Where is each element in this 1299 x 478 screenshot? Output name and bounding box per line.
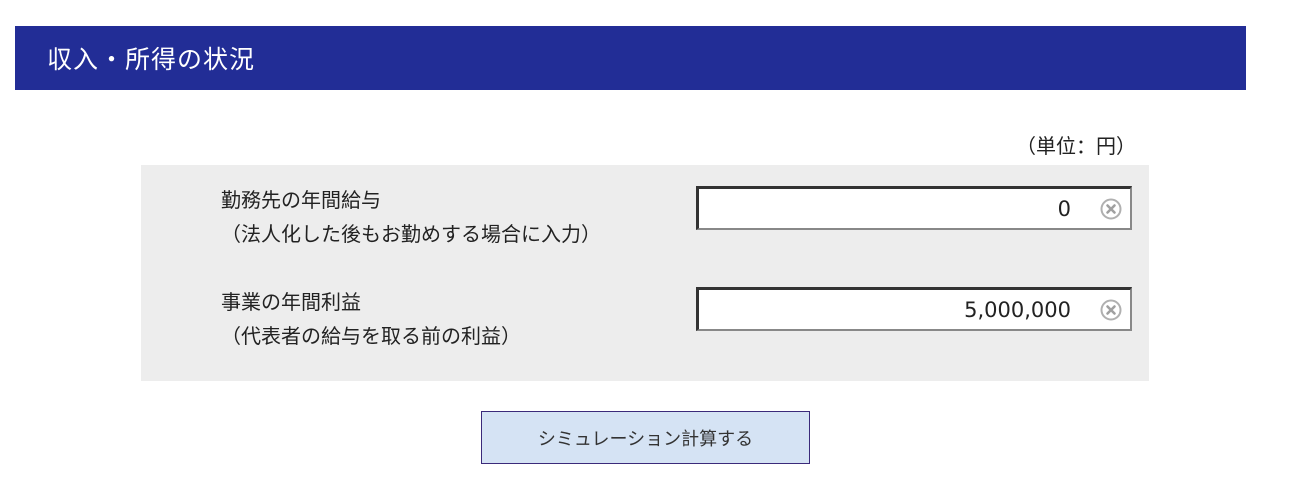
unit-note: （単位：円） (1016, 134, 1136, 158)
profit-label-note: （代表者の給与を取る前の利益） (221, 324, 521, 348)
section-title: 収入・所得の状況 (47, 45, 256, 74)
profit-label: 事業の年間利益 （代表者の給与を取る前の利益） (221, 285, 521, 353)
clear-circle-x-icon[interactable] (1100, 299, 1122, 321)
clear-circle-x-icon[interactable] (1100, 198, 1122, 220)
profit-input[interactable] (699, 290, 1071, 329)
profit-label-main: 事業の年間利益 (221, 290, 361, 314)
simulate-button[interactable]: シミュレーション計算する (481, 411, 810, 464)
salary-label: 勤務先の年間給与 （法人化した後もお勤めする場合に入力） (221, 183, 601, 251)
income-form-panel: 勤務先の年間給与 （法人化した後もお勤めする場合に入力） 事業の年間利益 （代表… (141, 165, 1149, 381)
profit-field[interactable] (696, 287, 1132, 331)
salary-field[interactable] (696, 186, 1132, 230)
section-header: 収入・所得の状況 (15, 26, 1246, 90)
salary-label-main: 勤務先の年間給与 (221, 188, 381, 212)
salary-label-note: （法人化した後もお勤めする場合に入力） (221, 222, 601, 246)
salary-input[interactable] (699, 189, 1071, 228)
